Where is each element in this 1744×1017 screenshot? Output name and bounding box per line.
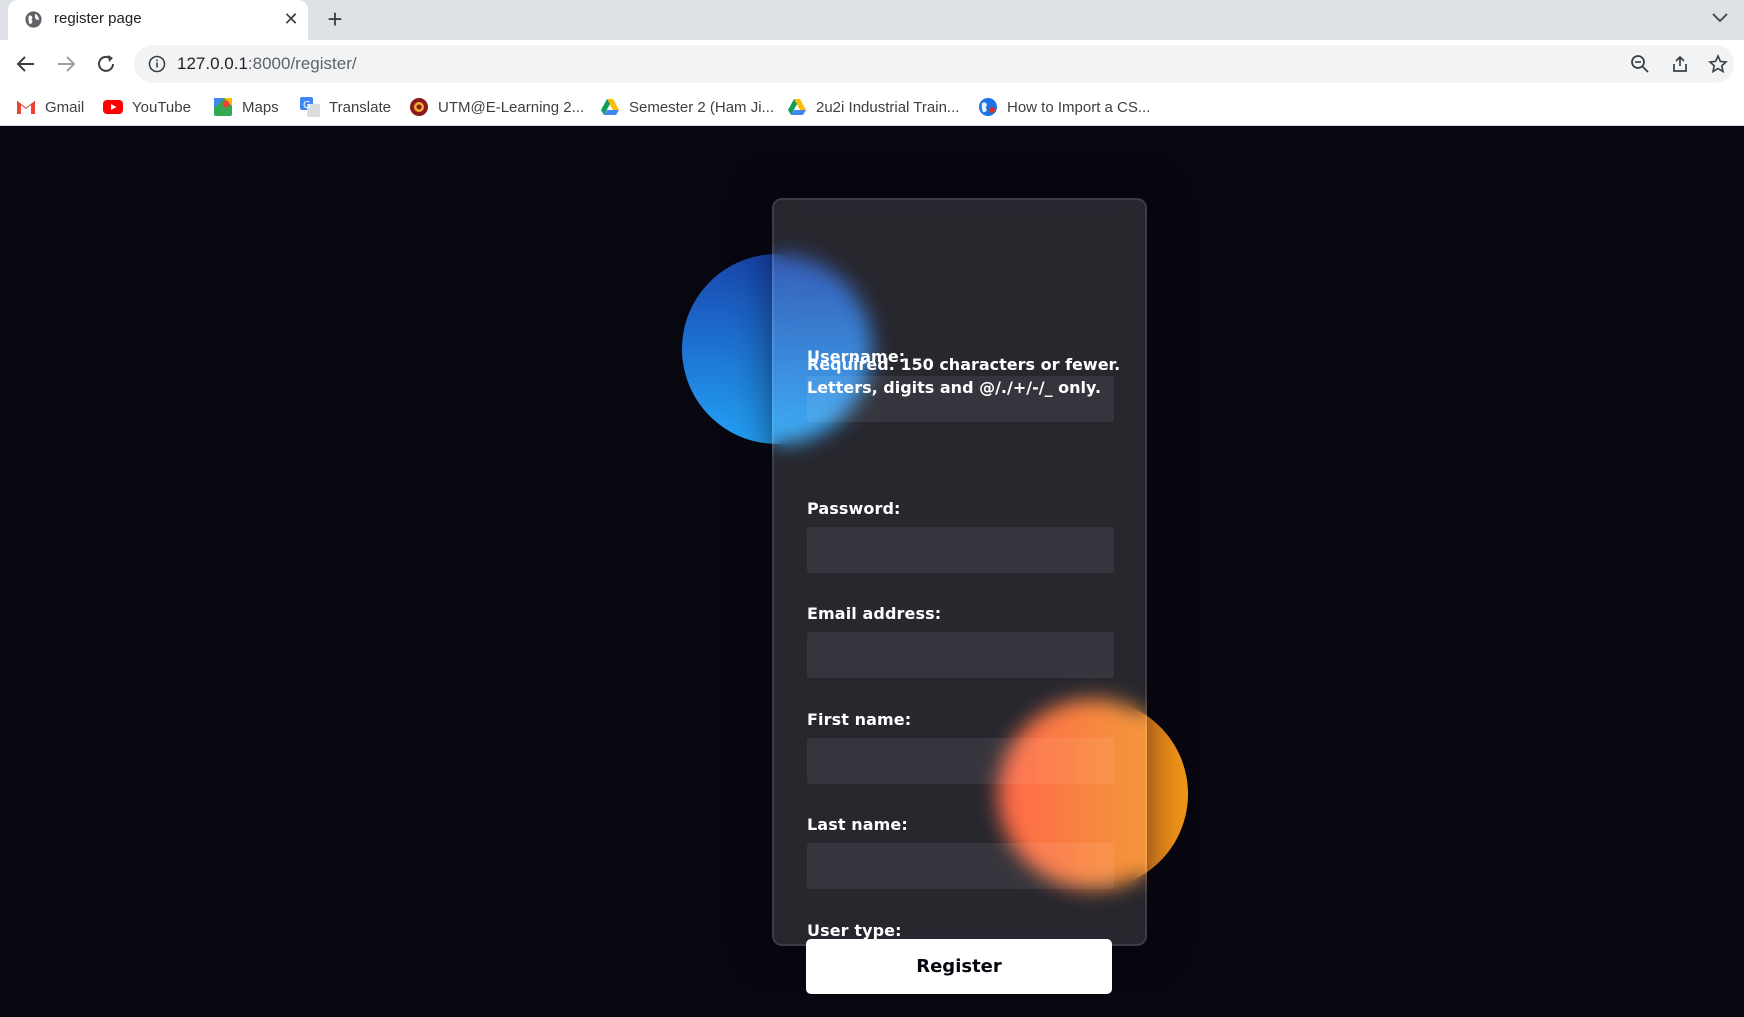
bookmark-label: Maps: [242, 98, 279, 116]
forward-button[interactable]: [53, 51, 79, 77]
url-text: 127.0.0.1:8000/register/: [177, 54, 357, 74]
email-input[interactable]: [807, 632, 1114, 678]
maps-icon: [213, 97, 233, 117]
address-bar[interactable]: 127.0.0.1:8000/register/: [134, 45, 1734, 83]
helptext-line: Required. 150 characters or fewer.: [807, 355, 1121, 374]
star-icon[interactable]: [1708, 54, 1728, 74]
tab-strip: register page ✕ +: [0, 0, 1744, 40]
url-path: :8000/register/: [247, 54, 357, 73]
bookmark-label: 2u2i Industrial Train...: [816, 98, 960, 116]
bookmark-label: How to Import a CS...: [1007, 98, 1151, 116]
browser-tab[interactable]: register page ✕: [8, 0, 308, 40]
info-icon[interactable]: [148, 55, 166, 73]
username-helptext: Required. 150 characters or fewer. Lette…: [807, 353, 1127, 399]
bookmark-youtube[interactable]: YouTube: [103, 94, 191, 120]
last-name-input[interactable]: [807, 843, 1114, 889]
translate-icon: G: [300, 97, 320, 117]
share-icon[interactable]: [1670, 54, 1690, 74]
utm-icon: [409, 97, 429, 117]
bookmark-how-to-import[interactable]: How to Import a CS...: [978, 94, 1150, 120]
arrow-right-icon: [58, 56, 76, 72]
drive-icon: [600, 97, 620, 117]
bookmark-maps[interactable]: Maps: [213, 94, 279, 120]
zoom-icon[interactable]: [1630, 54, 1650, 74]
bookmarks-bar: Gmail YouTube Maps G Translate UTM@E-Lea…: [0, 88, 1744, 126]
globe-icon: [25, 11, 42, 28]
reload-icon: [98, 55, 114, 72]
gmail-icon: [16, 97, 36, 117]
bookmark-2u2i[interactable]: 2u2i Industrial Train...: [787, 94, 959, 120]
bookmark-gmail[interactable]: Gmail: [16, 94, 84, 120]
last-name-label: Last name:: [807, 815, 908, 834]
bookmark-label: Translate: [329, 98, 391, 116]
helptext-line: Letters, digits and @/./+/-/_ only.: [807, 378, 1102, 397]
bookmark-label: YouTube: [132, 98, 191, 116]
bookmark-translate[interactable]: G Translate: [300, 94, 391, 120]
chevron-down-icon[interactable]: [1708, 8, 1732, 28]
bookmark-utm[interactable]: UTM@E-Learning 2...: [409, 94, 584, 120]
arrow-left-icon: [16, 56, 34, 72]
svg-text:G: G: [303, 100, 311, 111]
bookmark-label: UTM@E-Learning 2...: [438, 98, 585, 116]
email-label: Email address:: [807, 604, 942, 623]
first-name-label: First name:: [807, 710, 912, 729]
password-input[interactable]: [807, 527, 1114, 573]
back-button[interactable]: [13, 51, 39, 77]
bookmark-semester-2[interactable]: Semester 2 (Ham Ji...: [600, 94, 774, 120]
drive-icon: [787, 97, 807, 117]
password-label: Password:: [807, 499, 901, 518]
browser-toolbar: 127.0.0.1:8000/register/: [0, 40, 1744, 88]
new-tab-icon[interactable]: +: [322, 6, 348, 33]
register-form: Username: Required. 150 characters or fe…: [772, 198, 1147, 966]
page-content: Username: Required. 150 characters or fe…: [0, 127, 1744, 1017]
user-type-label: User type:: [807, 921, 902, 940]
first-name-input[interactable]: [807, 738, 1114, 784]
bookmark-label: Semester 2 (Ham Ji...: [629, 98, 775, 116]
url-host: 127.0.0.1: [177, 54, 248, 73]
reload-button[interactable]: [93, 51, 119, 77]
close-tab-icon[interactable]: ✕: [280, 8, 302, 30]
youtube-icon: [103, 97, 123, 117]
register-button[interactable]: Register: [806, 939, 1112, 994]
globe-icon: [978, 97, 998, 117]
tab-title: register page: [54, 10, 142, 27]
bookmark-label: Gmail: [45, 98, 85, 116]
